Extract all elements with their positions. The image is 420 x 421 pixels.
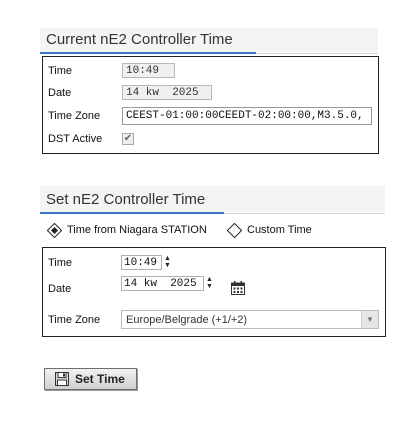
- current-timezone-field: CEEST-01:00:00CEEDT-02:00:00,M3.5.0,: [122, 107, 372, 125]
- current-section-title: Current nE2 Controller Time: [46, 31, 233, 48]
- current-timezone-label: Time Zone: [48, 110, 101, 122]
- radio-unselected-icon: [226, 222, 243, 238]
- set-time-label: Time: [48, 257, 73, 269]
- save-icon: [55, 372, 69, 386]
- time-spinner-icon[interactable]: ▲ ▼: [163, 255, 172, 269]
- dropdown-arrow-icon[interactable]: ▼: [361, 311, 378, 328]
- checkmark-icon: ✔: [123, 133, 133, 144]
- current-time-field: 10:49: [122, 63, 175, 78]
- radio-custom-time[interactable]: Custom Time: [226, 222, 312, 238]
- current-time-panel: Time 10:49 Date 14 kw 2025 Time Zone CEE…: [42, 56, 379, 154]
- radio-station-label: Time from Niagara STATION: [67, 224, 207, 236]
- set-date-input[interactable]: 14 kw 2025: [121, 276, 204, 291]
- calendar-icon[interactable]: [231, 281, 245, 295]
- dst-active-label: DST Active: [48, 133, 103, 145]
- current-title-underline: [40, 52, 256, 54]
- radio-custom-label: Custom Time: [247, 224, 312, 236]
- date-spinner-icon[interactable]: ▲ ▼: [205, 276, 214, 290]
- timezone-select[interactable]: Europe/Belgrade (+1/+2) ▼: [121, 310, 379, 329]
- timezone-select-value: Europe/Belgrade (+1/+2): [126, 314, 248, 326]
- set-time-button[interactable]: Set Time: [44, 368, 137, 390]
- set-section-title: Set nE2 Controller Time: [46, 191, 206, 208]
- current-time-label: Time: [48, 65, 73, 77]
- radio-time-from-station[interactable]: Time from Niagara STATION: [46, 222, 207, 238]
- dst-active-checkbox: ✔: [122, 133, 134, 145]
- set-timezone-label: Time Zone: [48, 314, 101, 326]
- current-date-field: 14 kw 2025: [122, 85, 212, 100]
- set-title-underline: [40, 212, 224, 214]
- set-time-button-label: Set Time: [75, 372, 125, 386]
- set-time-panel: Time 10:49 ▲ ▼ Date 14 kw 2025 ▲ ▼ Time Zo…: [42, 247, 386, 337]
- set-date-label: Date: [48, 283, 72, 295]
- set-time-input[interactable]: 10:49: [121, 255, 162, 270]
- radio-selected-icon: [46, 222, 63, 238]
- current-date-label: Date: [48, 87, 72, 99]
